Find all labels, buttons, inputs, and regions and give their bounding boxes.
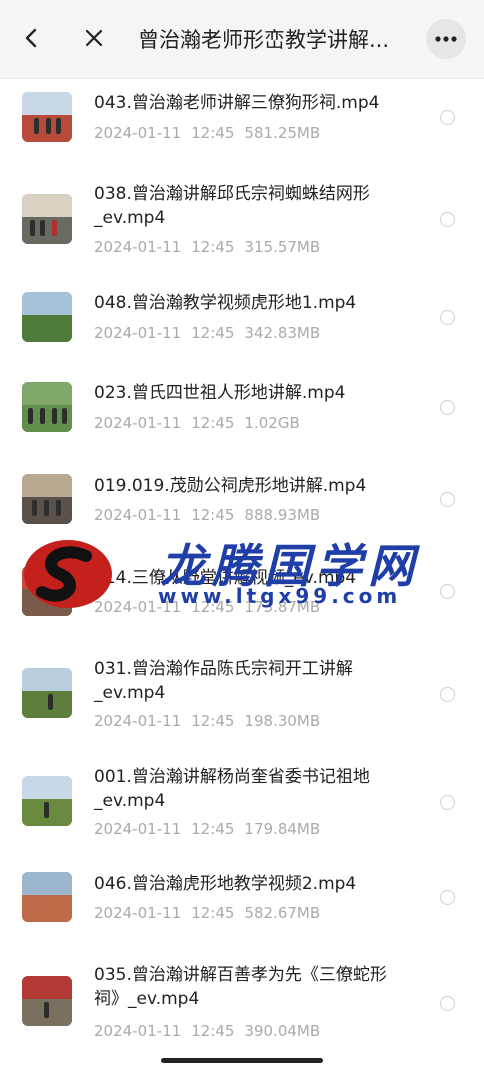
file-date: 2024-01-11: [94, 820, 182, 838]
video-thumbnail: [22, 668, 72, 718]
file-name: 019.019.茂勋公祠虎形地讲解.mp4: [94, 476, 367, 496]
video-thumbnail: [22, 92, 72, 142]
file-time: 12:45: [191, 124, 235, 142]
select-radio[interactable]: [440, 584, 455, 599]
select-radio[interactable]: [440, 310, 455, 325]
file-size: 1.02GB: [244, 414, 300, 432]
file-row[interactable]: 048.曾治瀚教学视频虎形地1.mp4 2024-01-11 12:45 342.8…: [0, 284, 484, 374]
video-thumbnail: [22, 776, 72, 826]
select-radio[interactable]: [440, 110, 455, 125]
close-icon: [85, 29, 103, 47]
file-row[interactable]: 035.曾治瀚讲解百善孝为先《三僚蛇形祠》_ev.mp4 2024-01-11 1…: [0, 960, 484, 1050]
file-row[interactable]: 046.曾治瀚虎形地教学视频2.mp4 2024-01-11 12:45 582.6…: [0, 872, 484, 962]
top-bar: 曾治瀚老师形峦教学讲解...: [0, 0, 484, 79]
back-button[interactable]: [12, 18, 52, 58]
file-meta: 2024-01-11 12:45 342.83MB: [94, 324, 330, 342]
file-time: 12:45: [191, 324, 235, 342]
close-button[interactable]: [74, 18, 114, 58]
file-time: 12:45: [191, 598, 235, 616]
video-thumbnail: [22, 292, 72, 342]
file-meta: 2024-01-11 12:45 179.84MB: [94, 820, 330, 838]
file-date: 2024-01-11: [94, 324, 182, 342]
select-radio[interactable]: [440, 212, 455, 227]
file-time: 12:45: [191, 904, 235, 922]
file-row[interactable]: 038.曾治瀚讲解邱氏宗祠蜘蛛结网形_ev.mp4 2024-01-11 12:4…: [0, 176, 484, 266]
home-indicator[interactable]: [161, 1058, 323, 1063]
select-radio[interactable]: [440, 996, 455, 1011]
file-list: 043.曾治瀚老师讲解三僚狗形祠.mp4 2024-01-11 12:45 581.…: [0, 78, 484, 1078]
select-radio[interactable]: [440, 400, 455, 415]
select-radio[interactable]: [440, 890, 455, 905]
file-name: 031.曾治瀚作品陈氏宗祠开工讲解_ev.mp4: [94, 659, 353, 703]
video-thumbnail: [22, 566, 72, 616]
more-button[interactable]: [426, 19, 466, 59]
video-thumbnail: [22, 872, 72, 922]
select-radio[interactable]: [440, 687, 455, 702]
file-row[interactable]: 043.曾治瀚老师讲解三僚狗形祠.mp4 2024-01-11 12:45 581.…: [0, 78, 484, 168]
file-time: 12:45: [191, 238, 235, 256]
file-time: 12:45: [191, 712, 235, 730]
file-size: 581.25MB: [244, 124, 321, 142]
video-thumbnail: [22, 382, 72, 432]
file-date: 2024-01-11: [94, 506, 182, 524]
file-time: 12:45: [191, 1022, 235, 1040]
file-meta: 2024-01-11 12:45 198.30MB: [94, 712, 330, 730]
file-size: 390.04MB: [244, 1022, 321, 1040]
file-name: 014.三僚从野堂讲解视频_ev.mp4: [94, 568, 357, 588]
file-size: 582.67MB: [244, 904, 321, 922]
video-thumbnail: [22, 474, 72, 524]
file-date: 2024-01-11: [94, 904, 182, 922]
page-title: 曾治瀚老师形峦教学讲解...: [138, 28, 390, 52]
file-name: 046.曾治瀚虎形地教学视频2.mp4: [94, 874, 357, 894]
file-row[interactable]: 001.曾治瀚讲解杨尚奎省委书记祖地_ev.mp4 2024-01-11 12:4…: [0, 764, 484, 854]
chevron-left-icon: [25, 28, 37, 48]
file-size: 198.30MB: [244, 712, 321, 730]
file-date: 2024-01-11: [94, 238, 182, 256]
file-time: 12:45: [191, 414, 235, 432]
file-row[interactable]: 014.三僚从野堂讲解视频_ev.mp4 2024-01-11 12:45 173.…: [0, 558, 484, 648]
file-size: 179.84MB: [244, 820, 321, 838]
select-radio[interactable]: [440, 492, 455, 507]
file-row[interactable]: 031.曾治瀚作品陈氏宗祠开工讲解_ev.mp4 2024-01-11 12:45…: [0, 654, 484, 744]
file-name: 035.曾治瀚讲解百善孝为先《三僚蛇形祠》_ev.mp4: [94, 965, 387, 1009]
file-date: 2024-01-11: [94, 712, 182, 730]
file-time: 12:45: [191, 506, 235, 524]
file-date: 2024-01-11: [94, 414, 182, 432]
file-date: 2024-01-11: [94, 1022, 182, 1040]
more-dots-icon: [435, 36, 457, 42]
file-meta: 2024-01-11 12:45 315.57MB: [94, 238, 330, 256]
file-meta: 2024-01-11 12:45 173.87MB: [94, 598, 330, 616]
file-row[interactable]: 019.019.茂勋公祠虎形地讲解.mp4 2024-01-11 12:45 888…: [0, 466, 484, 556]
video-thumbnail: [22, 194, 72, 244]
file-name: 043.曾治瀚老师讲解三僚狗形祠.mp4: [94, 93, 380, 113]
file-size: 888.93MB: [244, 506, 321, 524]
select-radio[interactable]: [440, 795, 455, 810]
file-meta: 2024-01-11 12:45 1.02GB: [94, 414, 310, 432]
file-size: 342.83MB: [244, 324, 321, 342]
file-name: 001.曾治瀚讲解杨尚奎省委书记祖地_ev.mp4: [94, 767, 370, 811]
file-row[interactable]: 023.曾氏四世祖人形地讲解.mp4 2024-01-11 12:45 1.02GB: [0, 374, 484, 464]
file-name: 038.曾治瀚讲解邱氏宗祠蜘蛛结网形_ev.mp4: [94, 184, 370, 228]
file-meta: 2024-01-11 12:45 581.25MB: [94, 124, 330, 142]
file-size: 315.57MB: [244, 238, 321, 256]
file-name: 023.曾氏四世祖人形地讲解.mp4: [94, 383, 346, 403]
file-meta: 2024-01-11 12:45 582.67MB: [94, 904, 330, 922]
video-thumbnail: [22, 976, 72, 1026]
file-date: 2024-01-11: [94, 124, 182, 142]
file-name: 048.曾治瀚教学视频虎形地1.mp4: [94, 293, 357, 313]
file-size: 173.87MB: [244, 598, 321, 616]
file-date: 2024-01-11: [94, 598, 182, 616]
file-meta: 2024-01-11 12:45 888.93MB: [94, 506, 330, 524]
file-meta: 2024-01-11 12:45 390.04MB: [94, 1022, 330, 1040]
file-time: 12:45: [191, 820, 235, 838]
